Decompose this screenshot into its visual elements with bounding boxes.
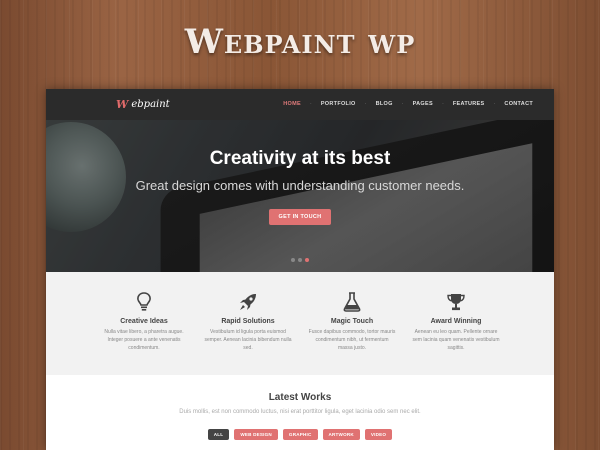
slider-dots [46, 247, 554, 266]
nav-blog[interactable]: BLOG [367, 101, 402, 108]
feature-title: Creative Ideas [120, 318, 168, 325]
hero-content: Creativity at its best Great design come… [46, 148, 554, 225]
filter-graphic[interactable]: GRAPHIC [282, 429, 318, 440]
works-title: Latest Works [268, 392, 332, 403]
logo[interactable]: W ebpaint [116, 98, 170, 111]
nav-pages[interactable]: PAGES [404, 101, 442, 108]
portfolio-filters: ALL WEB DESIGN GRAPHIC ARTWORK VIDEO [46, 429, 554, 440]
website-preview: W ebpaint HOME · PORTFOLIO · BLOG · PAGE… [46, 89, 554, 450]
feature-title: Award Winning [430, 318, 482, 325]
feature-text: Fusce dapibus commodo, tortor mauris con… [308, 329, 396, 351]
feature-award-winning: Award Winning Aenean eu leo quam. Pellen… [404, 292, 508, 375]
lightbulb-icon [137, 292, 151, 311]
hero-slider: Creativity at its best Great design come… [46, 120, 554, 272]
slider-dot-2[interactable] [298, 258, 302, 262]
trophy-icon [447, 294, 465, 311]
filter-artwork[interactable]: ARTWORK [322, 429, 360, 440]
filter-video[interactable]: VIDEO [364, 429, 393, 440]
logo-mark: W [116, 98, 129, 111]
feature-title: Rapid Solutions [221, 318, 275, 325]
filter-all[interactable]: ALL [207, 429, 230, 440]
filter-web-design[interactable]: WEB DESIGN [234, 429, 278, 440]
latest-works-section: Latest Works Duis mollis, est non commod… [46, 375, 554, 440]
slider-dot-1[interactable] [291, 258, 295, 262]
rocket-icon [240, 294, 256, 310]
logo-text: ebpaint [131, 99, 170, 110]
nav-contact[interactable]: CONTACT [495, 101, 542, 108]
feature-creative-ideas: Creative Ideas Nulla vitae libero, a pha… [92, 292, 196, 375]
nav-features[interactable]: FEATURES [444, 101, 494, 108]
hero-subheading: Great design comes with understanding cu… [135, 178, 465, 193]
feature-title: Magic Touch [330, 318, 374, 325]
page-title: Webpaint wp [184, 22, 416, 62]
feature-rapid-solutions: Rapid Solutions Vestibulum id ligula por… [196, 292, 300, 375]
get-in-touch-button[interactable]: GET IN TOUCH [268, 209, 332, 225]
feature-text: Nulla vitae libero, a pharetra augue. In… [104, 329, 184, 351]
feature-magic-touch: Magic Touch Fusce dapibus commodo, torto… [300, 292, 404, 375]
main-menu: HOME · PORTFOLIO · BLOG · PAGES · FEATUR… [274, 101, 542, 108]
features-section: Creative Ideas Nulla vitae libero, a pha… [46, 272, 554, 375]
feature-text: Aenean eu leo quam. Pellente ornare sem … [412, 329, 500, 351]
nav-portfolio[interactable]: PORTFOLIO [312, 101, 365, 108]
works-subtitle: Duis mollis, est non commodo luctus, nis… [179, 409, 421, 415]
feature-text: Vestibulum id ligula porta euismod sempe… [204, 329, 292, 351]
flask-icon [343, 292, 361, 312]
hero-heading: Creativity at its best [209, 148, 391, 169]
slider-dot-3[interactable] [305, 258, 309, 262]
top-nav: W ebpaint HOME · PORTFOLIO · BLOG · PAGE… [46, 89, 554, 120]
nav-home[interactable]: HOME [274, 101, 310, 108]
